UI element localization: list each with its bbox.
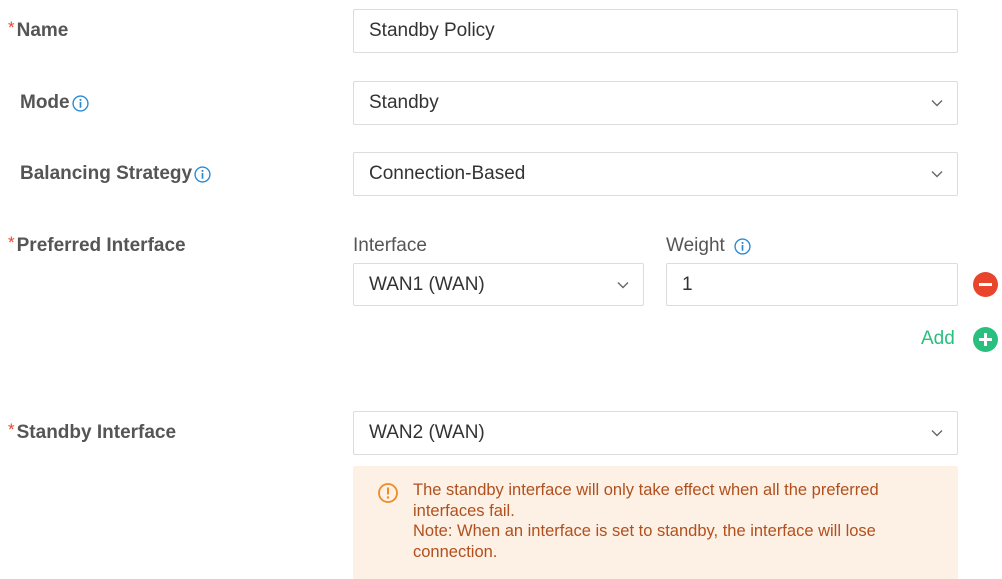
preferred-interface-label-text: Preferred Interface: [16, 235, 186, 256]
balancing-strategy-label: Balancing Strategy: [20, 163, 211, 185]
interface-column-header: Interface: [353, 235, 427, 257]
balancing-strategy-label-text: Balancing Strategy: [20, 163, 193, 184]
plus-icon: [979, 333, 992, 346]
chevron-down-icon: [931, 430, 943, 437]
warning-circle-icon: [378, 483, 398, 503]
standby-interface-label-text: Standby Interface: [16, 422, 177, 443]
standby-interface-select[interactable]: WAN2 (WAN): [353, 411, 958, 455]
weight-column-header: Weight: [666, 235, 751, 257]
standby-warning-box: The standby interface will only take eff…: [353, 466, 958, 579]
mode-select-value: Standby: [369, 92, 439, 113]
balancing-strategy-select[interactable]: Connection-Based: [353, 152, 958, 196]
name-input-value: Standby Policy: [369, 20, 495, 41]
mode-label-text: Mode: [20, 92, 70, 113]
mode-label: Mode: [20, 92, 89, 114]
preferred-interface-label: * Preferred Interface: [8, 233, 186, 257]
info-icon[interactable]: [194, 165, 211, 183]
weight-input[interactable]: 1: [666, 263, 958, 306]
chevron-down-icon: [931, 171, 943, 178]
add-interface-link[interactable]: Add: [921, 328, 955, 350]
warning-text-line1: The standby interface will only take eff…: [413, 481, 879, 520]
name-label-text: Name: [16, 20, 69, 41]
chevron-down-icon: [617, 281, 629, 288]
name-label: * Name: [8, 18, 69, 42]
weight-input-value: 1: [682, 273, 693, 295]
name-input[interactable]: Standby Policy: [353, 9, 958, 53]
preferred-interface-select[interactable]: WAN1 (WAN): [353, 263, 644, 306]
chevron-down-icon: [931, 100, 943, 107]
required-mark: *: [8, 18, 15, 37]
mode-select[interactable]: Standby: [353, 81, 958, 125]
standby-interface-label: * Standby Interface: [8, 420, 177, 444]
required-mark: *: [8, 420, 15, 439]
info-icon[interactable]: [734, 237, 751, 255]
required-mark: *: [8, 233, 15, 252]
standby-interface-select-value: WAN2 (WAN): [369, 422, 485, 443]
balancing-strategy-select-value: Connection-Based: [369, 163, 526, 184]
info-icon[interactable]: [71, 94, 89, 112]
add-interface-button[interactable]: [973, 327, 998, 352]
minus-icon: [979, 283, 992, 286]
remove-interface-button[interactable]: [973, 272, 998, 297]
preferred-interface-select-value: WAN1 (WAN): [369, 273, 485, 295]
warning-text-line2: Note: When an interface is set to standb…: [413, 522, 876, 561]
weight-header-text: Weight: [666, 235, 725, 256]
interface-header-text: Interface: [353, 235, 427, 256]
